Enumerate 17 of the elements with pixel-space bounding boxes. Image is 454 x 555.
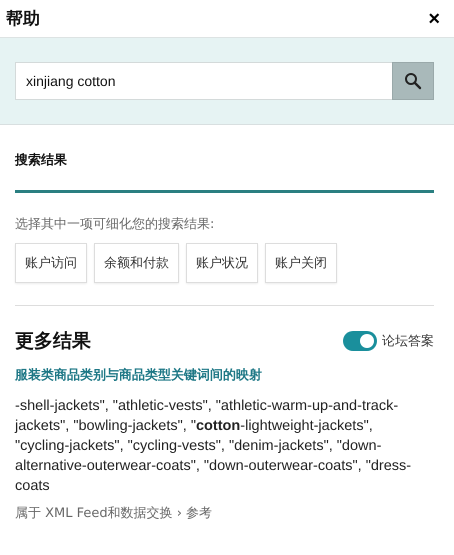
section-heading: 更多结果 xyxy=(15,329,91,354)
toggle-label: 论坛答案 xyxy=(382,333,434,350)
section-tab[interactable]: 搜索结果 xyxy=(15,151,67,190)
hint-text: 选择其中一项可细化您的搜索结果: xyxy=(15,216,216,233)
filter-button[interactable]: 账户关闭 xyxy=(265,243,337,283)
filter-button[interactable]: 余额和付款 xyxy=(94,243,179,283)
toggle-switch[interactable] xyxy=(343,331,377,351)
result-link[interactable]: 服装类商品类别与商品类型关键词间的映射 xyxy=(15,366,434,384)
filter-button[interactable]: 账户访问 xyxy=(15,243,87,283)
result-snippet: -shell-jackets", "athletic-vests", "athletic-warm-up-and-track-jackets", "bowling-jackets", "cotton-lightweight-jackets", "cycling-jackets", "cycling-vests", "denim-jackets", "down-alternative-outerwear-coats", "down-outerwear-coats", "dress-coats xyxy=(15,397,412,496)
search-icon xyxy=(404,72,422,90)
panel-title: 帮助 xyxy=(6,8,40,30)
search-field[interactable]: xinjiang cotton xyxy=(15,62,392,100)
search-button[interactable] xyxy=(392,62,434,100)
close-button[interactable]: × xyxy=(428,8,440,28)
filter-button[interactable]: 账户状况 xyxy=(186,243,258,283)
breadcrumb: 属于 XML Feed和数据交换 › 参考 xyxy=(15,505,214,522)
